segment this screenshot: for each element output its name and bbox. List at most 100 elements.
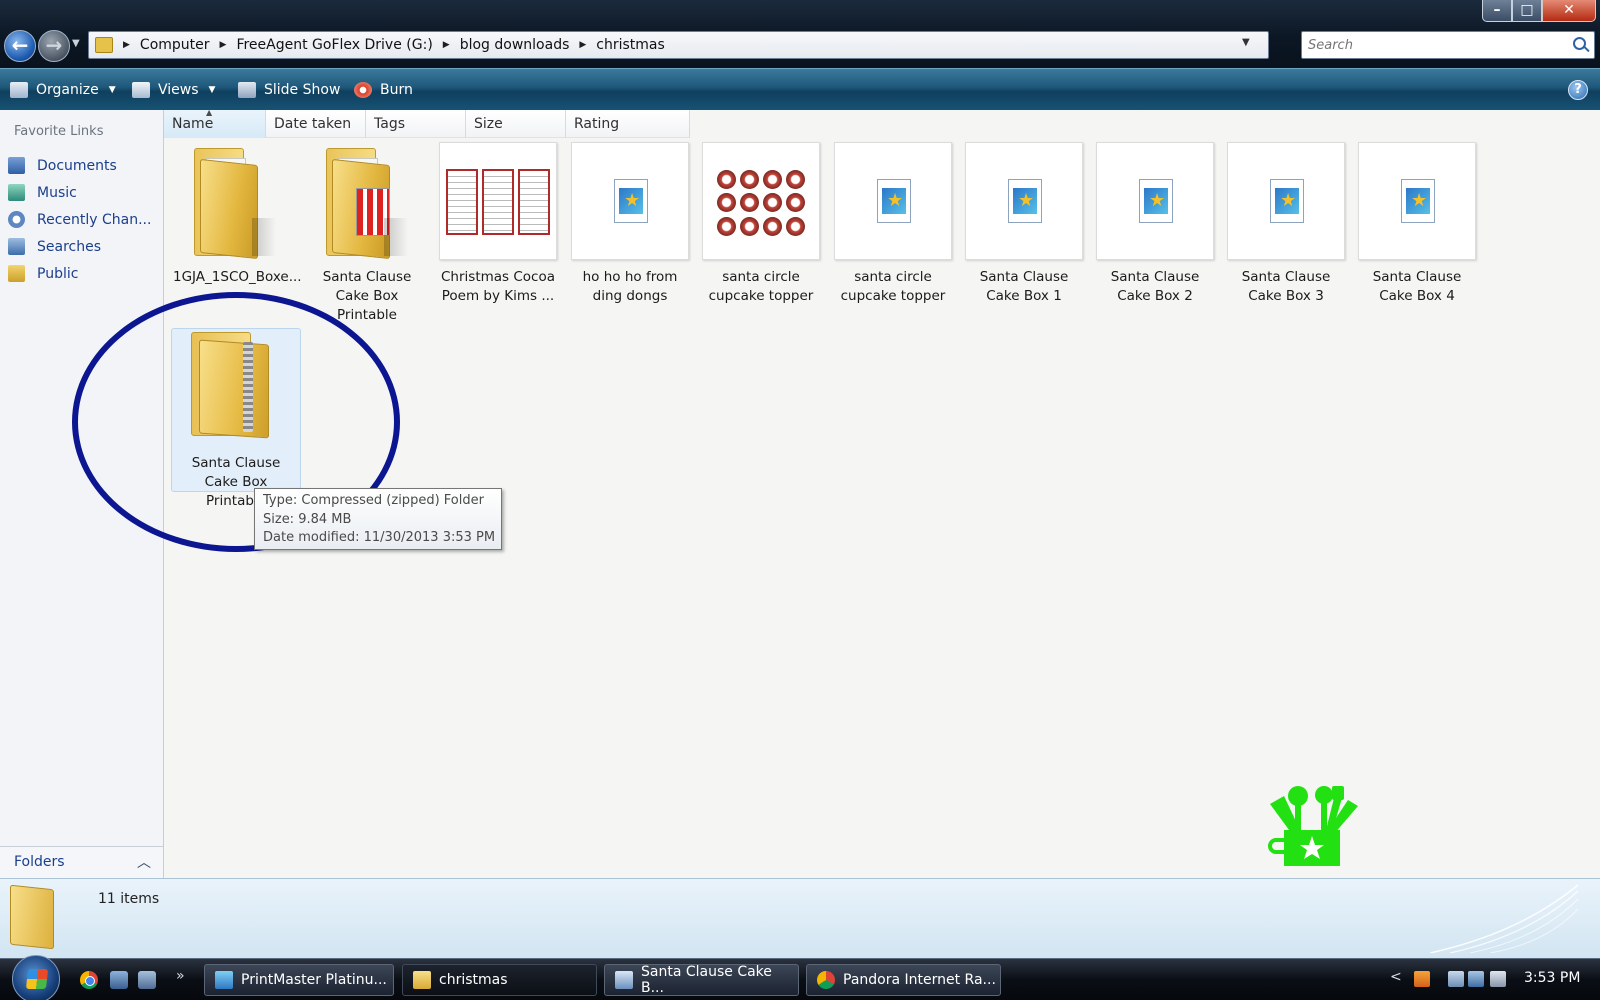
folders-label: Folders: [14, 854, 65, 870]
file-item[interactable]: ho ho ho from ding dongs: [568, 142, 692, 306]
chevron-right-icon[interactable]: ▶: [123, 40, 130, 50]
file-label: Santa Clause Cake Box 3: [1241, 269, 1331, 304]
chevron-right-icon[interactable]: ▶: [443, 40, 450, 50]
column-label: Name: [172, 116, 214, 132]
views-button[interactable]: Views ▼: [132, 79, 215, 101]
show-hidden-icons-button[interactable]: <: [1390, 969, 1402, 985]
forward-button[interactable]: →: [38, 30, 70, 62]
breadcrumb-computer[interactable]: Computer: [140, 37, 210, 53]
file-item[interactable]: santa circle cupcake topper: [831, 142, 955, 306]
file-tooltip: Type: Compressed (zipped) Folder Size: 9…: [254, 488, 502, 550]
chevron-right-icon[interactable]: ▶: [220, 40, 227, 50]
chrome-icon[interactable]: [80, 971, 98, 989]
folder-icon: [176, 142, 294, 260]
file-item[interactable]: Santa Clause Cake Box 4: [1355, 142, 1479, 306]
file-item[interactable]: Santa Clause Cake Box Printable: [305, 142, 429, 325]
image-thumbnail: [439, 142, 557, 260]
maximize-button[interactable]: □: [1512, 0, 1542, 22]
file-item[interactable]: Santa Clause Cake Box 2: [1093, 142, 1217, 306]
recent-pages-dropdown[interactable]: ▼: [72, 38, 80, 49]
nav-item-documents[interactable]: Documents: [8, 152, 151, 179]
nav-item-label: Music: [37, 184, 77, 201]
document-icon: [1227, 142, 1345, 260]
burn-disc-icon: [354, 82, 372, 98]
details-pane: 11 items: [0, 878, 1600, 958]
organize-label: Organize: [36, 82, 99, 98]
search-input[interactable]: [1308, 33, 1558, 57]
searches-icon: [8, 238, 25, 255]
taskbar-button-printmaster[interactable]: PrintMaster Platinu...: [204, 964, 394, 996]
column-header-date-taken[interactable]: Date taken: [266, 110, 366, 138]
file-item[interactable]: Christmas Cocoa Poem by Kims ...: [436, 142, 560, 306]
column-header-rating[interactable]: Rating: [566, 110, 690, 138]
address-bar[interactable]: ▶ Computer ▶ FreeAgent GoFlex Drive (G:)…: [88, 31, 1348, 59]
file-item[interactable]: Santa Clause Cake Box 3: [1224, 142, 1348, 306]
document-icon: [1358, 142, 1476, 260]
folder-icon: [308, 142, 426, 260]
column-label: Date taken: [274, 116, 352, 132]
recently-changed-icon: [8, 211, 25, 228]
address-dropdown-icon[interactable]: ▼: [1242, 37, 1250, 48]
command-bar: Organize ▼ Views ▼ Slide Show Burn ?: [0, 68, 1600, 110]
switch-windows-icon[interactable]: [138, 971, 156, 989]
chevron-right-icon[interactable]: ▶: [579, 40, 586, 50]
nav-item-label: Recently Chan...: [37, 211, 152, 228]
maximize-icon: □: [1520, 2, 1534, 18]
search-icon[interactable]: [1573, 37, 1586, 50]
organize-button[interactable]: Organize ▼: [10, 79, 116, 101]
music-icon: [8, 184, 25, 201]
help-button[interactable]: ?: [1568, 80, 1588, 100]
sort-arrow-icon: ▲: [206, 108, 213, 117]
public-folder-icon: [8, 265, 25, 282]
file-label: Christmas Cocoa Poem by Kims ...: [441, 269, 555, 304]
burn-button[interactable]: Burn: [354, 79, 413, 101]
file-item[interactable]: 1GJA_1SCO_Boxe...: [173, 142, 302, 287]
column-header-tags[interactable]: Tags: [366, 110, 466, 138]
help-icon: ?: [1574, 82, 1582, 97]
minimize-button[interactable]: –: [1482, 0, 1512, 22]
volume-icon[interactable]: [1490, 971, 1506, 987]
column-headers: ▲ Name Date taken Tags Size Rating: [164, 108, 690, 138]
breadcrumb: ▶ Computer ▶ FreeAgent GoFlex Drive (G:)…: [119, 32, 671, 58]
taskbar-button-christmas[interactable]: christmas: [402, 964, 597, 996]
network-icon[interactable]: [1468, 971, 1484, 987]
tooltip-type: Type: Compressed (zipped) Folder: [263, 493, 484, 508]
start-button[interactable]: [12, 955, 60, 1000]
column-label: Size: [474, 116, 503, 132]
file-item[interactable]: Santa Clause Cake Box 1: [962, 142, 1086, 306]
file-item[interactable]: santa circle cupcake topper: [699, 142, 823, 306]
task-label: christmas: [439, 972, 508, 988]
breadcrumb-christmas[interactable]: christmas: [596, 37, 665, 53]
kitchen-utensils-logo: [1268, 786, 1358, 866]
item-count: 11 items: [98, 891, 160, 907]
views-label: Views: [158, 82, 199, 98]
taskbar-button-santa-cake-box[interactable]: Santa Clause Cake B...: [604, 964, 799, 996]
nav-item-public[interactable]: Public: [8, 260, 151, 287]
breadcrumb-drive[interactable]: FreeAgent GoFlex Drive (G:): [236, 37, 432, 53]
column-header-size[interactable]: Size: [466, 110, 566, 138]
close-button[interactable]: ✕: [1542, 0, 1596, 22]
nav-item-label: Searches: [37, 238, 102, 255]
tooltip-date: Date modified: 11/30/2013 3:53 PM: [263, 530, 496, 545]
task-label: Pandora Internet Ra...: [843, 972, 996, 988]
quick-launch-more[interactable]: »: [176, 968, 185, 984]
nav-item-recently-changed[interactable]: Recently Chan...: [8, 206, 151, 233]
back-button[interactable]: ←: [4, 30, 36, 62]
documents-icon: [8, 157, 25, 174]
system-clock[interactable]: 3:53 PM: [1524, 970, 1580, 986]
file-label: Santa Clause Cake Box 4: [1372, 269, 1462, 304]
nav-item-music[interactable]: Music: [8, 179, 151, 206]
notification-icon[interactable]: [1414, 971, 1430, 987]
show-desktop-icon[interactable]: [110, 971, 128, 989]
folders-toggle[interactable]: Folders ︿: [0, 846, 163, 878]
nav-item-searches[interactable]: Searches: [8, 233, 151, 260]
document-icon: [834, 142, 952, 260]
breadcrumb-blog-downloads[interactable]: blog downloads: [460, 37, 570, 53]
forward-arrow-icon: →: [45, 33, 63, 57]
taskbar-button-pandora[interactable]: Pandora Internet Ra...: [806, 964, 1001, 996]
slideshow-icon: [238, 82, 256, 98]
column-header-name[interactable]: ▲ Name: [164, 108, 266, 138]
device-icon[interactable]: [1448, 971, 1464, 987]
file-label: ho ho ho from ding dongs: [582, 269, 678, 304]
slideshow-button[interactable]: Slide Show: [238, 79, 340, 101]
